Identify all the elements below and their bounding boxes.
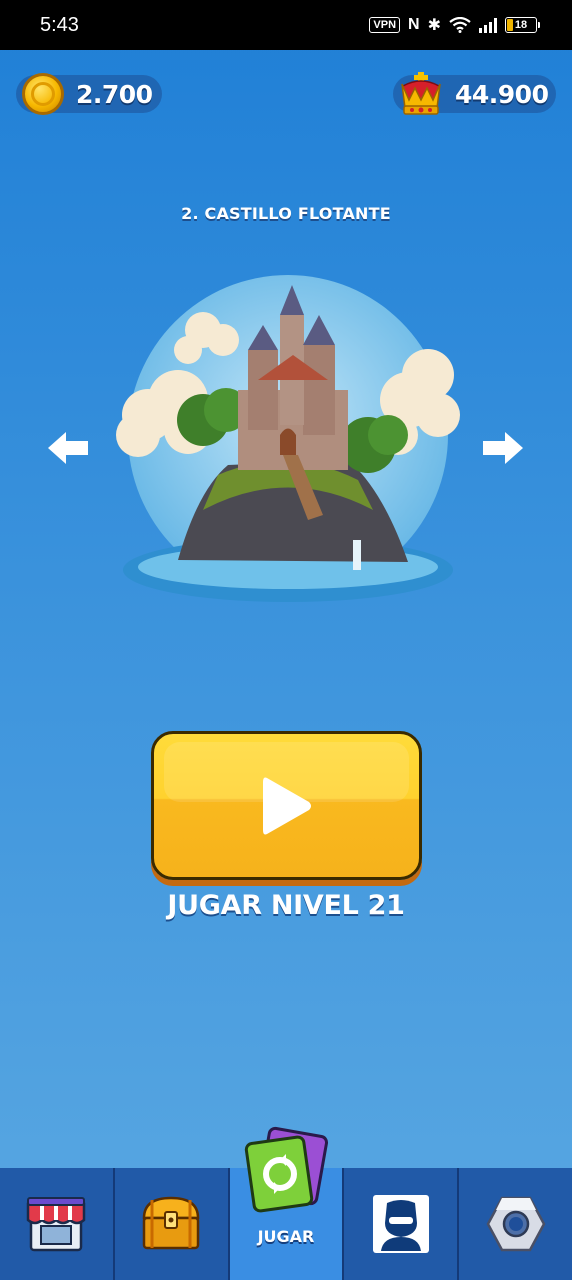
crown-icon (401, 72, 441, 115)
level-title: 2. CASTILLO FLOTANTE (181, 204, 391, 223)
next-level-arrow-icon[interactable] (481, 430, 525, 466)
vpn-badge: VPN (369, 17, 401, 33)
status-icons: VPN N ✱ 18 (369, 15, 540, 35)
coin-icon (22, 73, 64, 115)
crowns-counter[interactable]: 44.900 (393, 72, 556, 115)
previous-level-arrow-icon[interactable] (46, 430, 90, 466)
nav-settings[interactable] (459, 1168, 572, 1280)
play-button[interactable] (151, 731, 422, 880)
nfc-icon: N (408, 16, 420, 33)
coins-counter[interactable]: 2.700 (16, 73, 162, 115)
shop-icon (27, 1197, 86, 1252)
profile-icon (372, 1195, 429, 1253)
play-icon (262, 777, 311, 834)
castle-island-illustration (116, 275, 460, 602)
wifi-icon (449, 17, 471, 33)
crowns-value: 44.900 (455, 79, 549, 109)
nav-profile[interactable] (344, 1168, 460, 1280)
status-bar: 5:43 VPN N ✱ 18 (0, 0, 572, 50)
nav-chest[interactable] (114, 1168, 230, 1280)
battery-icon: 18 (505, 17, 540, 33)
cards-icon (244, 1126, 329, 1213)
status-time: 5:43 (40, 13, 79, 36)
coins-value: 2.700 (76, 79, 153, 109)
play-level-label: JUGAR NIVEL 21 (167, 890, 405, 921)
signal-icon (479, 17, 497, 33)
nav-play-label: JUGAR (257, 1227, 315, 1246)
treasure-chest-icon (142, 1196, 200, 1250)
bluetooth-icon: ✱ (427, 17, 441, 34)
nut-icon (486, 1196, 545, 1252)
nav-shop[interactable] (0, 1168, 115, 1280)
battery-level: 18 (514, 19, 528, 31)
